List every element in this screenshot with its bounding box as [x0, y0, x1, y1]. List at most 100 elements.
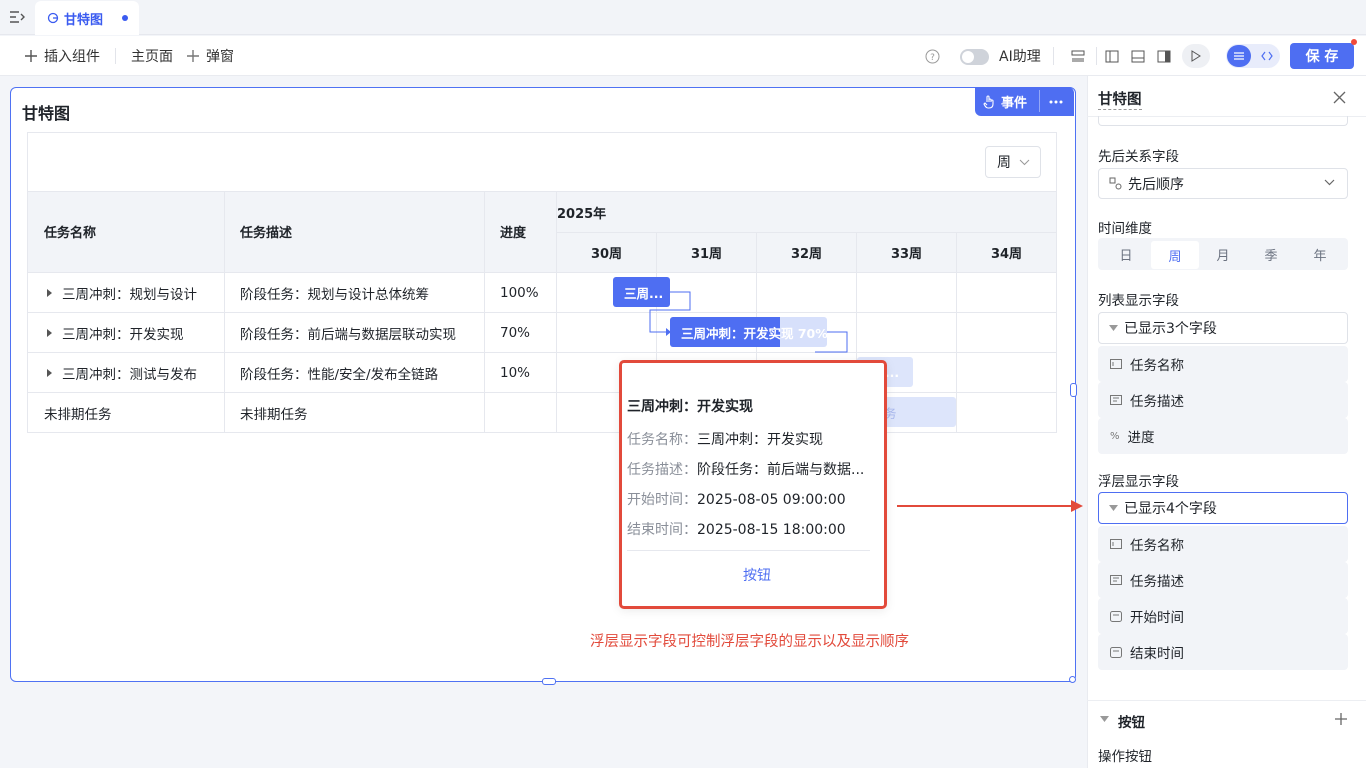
- annotation-text: 浮层显示字段可控制浮层字段的显示以及显示顺序: [590, 634, 909, 650]
- caret-down-icon: [1109, 505, 1118, 511]
- time-dim-day[interactable]: 日: [1102, 239, 1150, 269]
- list-field-item[interactable]: % 进度: [1098, 418, 1348, 454]
- year-label: 2025年: [557, 207, 607, 222]
- percent-icon: %: [1110, 430, 1120, 442]
- time-dim-year[interactable]: 年: [1296, 239, 1344, 269]
- left-panel-icon[interactable]: [1098, 44, 1126, 68]
- button-section-title[interactable]: 按钮: [1118, 711, 1145, 731]
- resize-handle-right[interactable]: [1070, 383, 1077, 397]
- resize-handle-corner[interactable]: [1069, 676, 1076, 683]
- tooltip-row: 任务描述：阶段任务：前后端与数据...: [627, 462, 865, 478]
- column-header-name: 任务名称: [44, 226, 97, 241]
- textarea-field-icon: [1110, 575, 1122, 585]
- table-row-name[interactable]: 三周冲刺：开发实现: [46, 313, 184, 352]
- divider: [1087, 700, 1366, 701]
- tab-bar: [0, 0, 1366, 35]
- list-fields-select[interactable]: 已显示3个字段: [1098, 312, 1348, 344]
- popup-field-item[interactable]: 结束时间: [1098, 634, 1348, 670]
- divider: [1053, 47, 1054, 65]
- date-field-icon: [1110, 646, 1122, 658]
- bottom-panel-icon[interactable]: [1124, 44, 1152, 68]
- insert-component-label: 插入组件: [44, 49, 100, 65]
- chevron-down-icon: [1324, 179, 1335, 186]
- textarea-field-icon: [1110, 395, 1122, 405]
- week-header: 34周: [990, 247, 1023, 262]
- link-field-icon: [1109, 177, 1122, 190]
- table-cell-desc: 阶段任务：前后端与数据层联动实现: [240, 326, 456, 343]
- main-page-label: 主页面: [131, 49, 173, 65]
- list-field-item[interactable]: 任务名称: [1098, 346, 1348, 382]
- popup-fields-select[interactable]: 已显示4个字段: [1098, 492, 1348, 524]
- svg-text:?: ?: [930, 53, 935, 63]
- time-dim-month[interactable]: 月: [1199, 239, 1247, 269]
- more-icon[interactable]: [1045, 92, 1067, 112]
- caret-right-icon[interactable]: [46, 368, 52, 377]
- table-cell-desc: 阶段任务：性能/安全/发布全链路: [240, 366, 439, 383]
- list-field-item[interactable]: 任务描述: [1098, 382, 1348, 418]
- text-field-icon: [1110, 359, 1122, 369]
- view-select[interactable]: 周: [985, 146, 1041, 178]
- mode-switch[interactable]: [1226, 44, 1280, 68]
- popup-field-item[interactable]: 开始时间: [1098, 598, 1348, 634]
- time-dim-quarter[interactable]: 季: [1247, 239, 1295, 269]
- collapse-sidebar-icon[interactable]: [9, 10, 25, 24]
- list-fields-label: 列表显示字段: [1098, 293, 1179, 309]
- add-button-icon[interactable]: [1335, 713, 1347, 725]
- gantt-tab-icon: [47, 12, 59, 24]
- tooltip-divider: [627, 550, 870, 551]
- annotation-arrow: [897, 500, 1083, 512]
- gantt-bar-label: 三周冲刺：开发实现 70%: [681, 325, 827, 341]
- popup-label: 弹窗: [206, 49, 234, 65]
- settings-mode-icon[interactable]: [1227, 45, 1251, 67]
- popup-button[interactable]: 弹窗: [186, 36, 234, 76]
- tab-gantt[interactable]: 甘特图: [35, 1, 139, 35]
- table-row-name[interactable]: 三周冲刺：测试与发布: [46, 353, 197, 392]
- table-cell-progress: 100%: [500, 284, 539, 301]
- insert-component-button[interactable]: 插入组件: [24, 36, 100, 76]
- plus-icon: [186, 49, 200, 63]
- column-header-progress: 进度: [500, 226, 527, 241]
- table-cell-progress: 10%: [500, 364, 531, 381]
- ai-toggle[interactable]: [960, 49, 989, 65]
- caret-right-icon[interactable]: [46, 288, 52, 297]
- week-header: 33周: [890, 247, 923, 262]
- resize-handle-bottom[interactable]: [542, 678, 556, 685]
- time-dim-week[interactable]: 周: [1151, 241, 1199, 269]
- event-label: 事件: [1001, 96, 1028, 111]
- preview-play-icon[interactable]: [1182, 44, 1210, 68]
- chevron-down-icon: [1019, 159, 1030, 166]
- tooltip-button[interactable]: 按钮: [627, 565, 887, 585]
- tab-title: 甘特图: [64, 12, 104, 28]
- close-icon[interactable]: [1333, 91, 1346, 104]
- event-button[interactable]: 事件: [983, 87, 1027, 116]
- popup-fields-label: 浮层显示字段: [1098, 474, 1179, 490]
- tooltip-row: 任务名称：三周冲刺：开发实现: [627, 432, 823, 448]
- panel-title: 甘特图: [1098, 88, 1142, 110]
- save-button[interactable]: 保 存: [1290, 43, 1354, 69]
- layout-icon[interactable]: [1064, 44, 1092, 68]
- gantt-bar-dev[interactable]: 三周冲刺：开发实现 70%: [670, 317, 827, 347]
- popup-field-item[interactable]: 任务描述: [1098, 562, 1348, 598]
- date-field-icon: [1110, 610, 1122, 622]
- table-cell-desc: 未排期任务: [240, 406, 308, 423]
- scrolled-field-remnant: [1098, 116, 1348, 126]
- gantt-bar[interactable]: 三周...: [613, 277, 670, 307]
- table-cell-progress: 70%: [500, 324, 531, 341]
- table-row-name[interactable]: 未排期任务: [44, 393, 112, 432]
- caret-right-icon[interactable]: [46, 328, 52, 337]
- week-header: 32周: [790, 247, 823, 262]
- help-icon[interactable]: ?: [925, 49, 940, 64]
- caret-down-icon: [1109, 325, 1118, 331]
- popup-field-item[interactable]: 任务名称: [1098, 526, 1348, 562]
- caret-down-icon[interactable]: [1100, 716, 1109, 722]
- time-dim-label: 时间维度: [1098, 221, 1152, 237]
- code-mode-icon[interactable]: [1255, 45, 1279, 67]
- main-page-button[interactable]: 主页面: [131, 36, 173, 76]
- week-header: 31周: [690, 247, 723, 262]
- ai-assistant-label: AI助理: [999, 49, 1041, 65]
- divider: [1096, 47, 1097, 65]
- table-row-name[interactable]: 三周冲刺：规划与设计: [46, 273, 197, 312]
- view-select-value: 周: [997, 155, 1011, 171]
- dependency-select[interactable]: 先后顺序: [1098, 168, 1348, 199]
- right-panel-icon[interactable]: [1150, 44, 1178, 68]
